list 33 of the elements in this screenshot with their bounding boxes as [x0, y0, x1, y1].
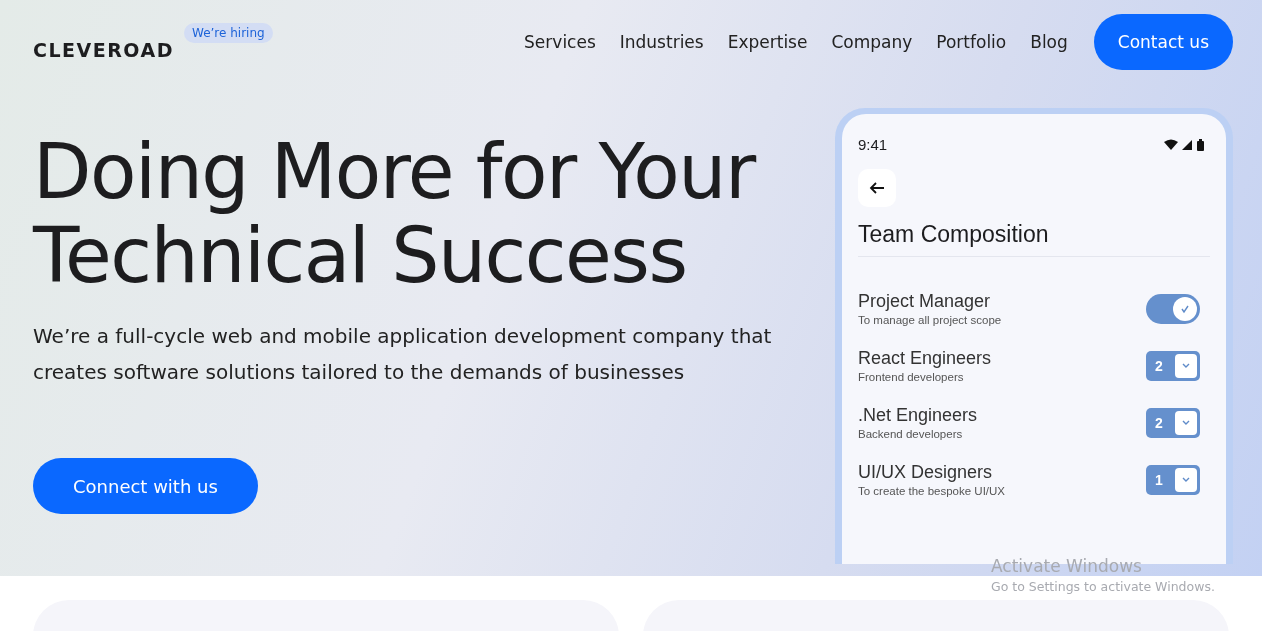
screen-title: Team Composition — [858, 221, 1210, 257]
role-name: UI/UX Designers — [858, 462, 994, 483]
back-arrow-icon — [869, 181, 885, 195]
connect-button[interactable]: Connect with us — [33, 458, 258, 514]
nav-link[interactable]: Expertise — [727, 32, 808, 52]
contact-button[interactable]: Contact us — [1093, 14, 1233, 70]
nav-link[interactable]: Services — [524, 32, 596, 52]
nav-link[interactable]: Company — [831, 32, 913, 52]
status-time: 9:41 — [858, 136, 888, 153]
role-name: .Net Engineers — [858, 405, 978, 426]
hero-subtitle: We’re a full-cycle web and mobile application development company that creates software solutions tailored to the demands of businesses — [33, 323, 773, 386]
nav-link[interactable]: Portfolio — [936, 32, 1007, 52]
chevron-down-icon — [1182, 476, 1190, 483]
activation-title: Activate Windows — [991, 556, 1143, 576]
hiring-badge[interactable]: We’re hiring — [183, 23, 273, 43]
role-name: React Engineers — [858, 348, 992, 369]
hero-title: Doing More for Your — [33, 130, 757, 214]
check-icon — [1180, 303, 1190, 314]
activation-message: Go to Settings to activate Windows. — [991, 579, 1215, 594]
nav-link[interactable]: Blog — [1030, 32, 1068, 52]
role-note: To create the bespoke UI/UX — [858, 485, 1006, 497]
logo[interactable]: CLEVEROAD — [33, 39, 174, 61]
status-icons — [1164, 138, 1206, 151]
role-note: Frontend developers — [858, 371, 965, 383]
nav-link[interactable]: Industries — [619, 32, 704, 52]
role-note: Backend developers — [858, 428, 964, 440]
back-button[interactable] — [858, 169, 896, 207]
chevron-down-icon — [1182, 362, 1190, 369]
hero-title: Technical Success — [33, 214, 688, 298]
role-name: Project Manager — [858, 291, 992, 312]
toggle-switch[interactable] — [1146, 293, 1200, 324]
role-note: To manage all project scope — [858, 314, 1002, 326]
chevron-down-icon — [1182, 419, 1190, 426]
